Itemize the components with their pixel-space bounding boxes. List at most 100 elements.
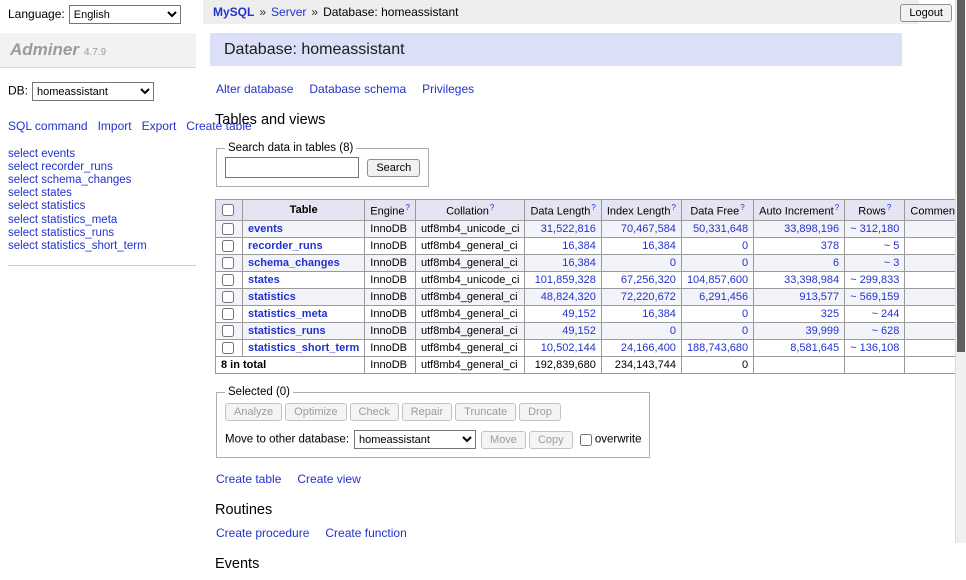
search-button[interactable]: Search <box>367 159 420 177</box>
truncate-button[interactable]: Truncate <box>455 403 516 421</box>
data_length-link[interactable]: 101,859,328 <box>535 274 596 286</box>
table-link-recorder_runs[interactable]: recorder_runs <box>248 240 323 252</box>
breadcrumb-item-server[interactable]: Server <box>271 5 306 19</box>
rows-link[interactable]: ~ 312,180 <box>850 223 899 235</box>
nav-link-alter-database[interactable]: Alter database <box>216 82 293 96</box>
sidebar-link-select-statistics-meta[interactable]: select statistics_meta <box>8 214 196 227</box>
db-select[interactable]: homeassistant <box>32 82 154 101</box>
row-checkbox-events[interactable] <box>222 223 234 235</box>
nav-link-privileges[interactable]: Privileges <box>422 82 474 96</box>
rows-link[interactable]: ~ 136,108 <box>850 342 899 354</box>
link-create-function[interactable]: Create function <box>325 526 406 540</box>
row-checkbox-statistics_short_term[interactable] <box>222 342 234 354</box>
check-button[interactable]: Check <box>350 403 399 421</box>
rows-link[interactable]: ~ 628 <box>872 325 900 337</box>
rows-link[interactable]: ~ 569,159 <box>850 291 899 303</box>
table-link-schema_changes[interactable]: schema_changes <box>248 257 340 269</box>
sidebar-link-select-statistics-short-term[interactable]: select statistics_short_term <box>8 240 196 253</box>
sidebar-link-select-events[interactable]: select events <box>8 148 196 161</box>
column-help-link[interactable]: ? <box>835 203 839 212</box>
nav-link-database-schema[interactable]: Database schema <box>309 82 406 96</box>
sidebar-action-sql-command[interactable]: SQL command <box>8 119 88 133</box>
index_length-link[interactable]: 16,384 <box>642 240 676 252</box>
data_length-link[interactable]: 48,824,320 <box>541 291 596 303</box>
scrollbar-thumb[interactable] <box>957 0 965 352</box>
rows-link[interactable]: ~ 299,833 <box>850 274 899 286</box>
data_length-link[interactable]: 10,502,144 <box>541 342 596 354</box>
link-create-table[interactable]: Create table <box>216 472 281 486</box>
link-create-procedure[interactable]: Create procedure <box>216 526 309 540</box>
table-link-statistics_meta[interactable]: statistics_meta <box>248 308 328 320</box>
table-link-events[interactable]: events <box>248 223 283 235</box>
table-link-statistics_short_term[interactable]: statistics_short_term <box>248 342 359 354</box>
data_length-link[interactable]: 16,384 <box>562 257 596 269</box>
row-checkbox-recorder_runs[interactable] <box>222 240 234 252</box>
repair-button[interactable]: Repair <box>402 403 452 421</box>
sidebar-link-select-states[interactable]: select states <box>8 187 196 200</box>
row-checkbox-schema_changes[interactable] <box>222 257 234 269</box>
data_free-link[interactable]: 188,743,680 <box>687 342 748 354</box>
data_free-link[interactable]: 0 <box>742 240 748 252</box>
sidebar-link-select-recorder-runs[interactable]: select recorder_runs <box>8 161 196 174</box>
table-link-statistics_runs[interactable]: statistics_runs <box>248 325 326 337</box>
data_length-link[interactable]: 31,522,816 <box>541 223 596 235</box>
column-help-link[interactable]: ? <box>591 203 595 212</box>
index_length-link[interactable]: 67,256,320 <box>621 274 676 286</box>
data_free-link[interactable]: 50,331,648 <box>693 223 748 235</box>
row-checkbox-statistics_runs[interactable] <box>222 325 234 337</box>
language-select[interactable]: English <box>69 5 181 24</box>
overwrite-checkbox[interactable] <box>580 434 592 446</box>
auto_increment-link[interactable]: 6 <box>833 257 839 269</box>
row-checkbox-states[interactable] <box>222 274 234 286</box>
auto_increment-link[interactable]: 39,999 <box>806 325 840 337</box>
link-create-view[interactable]: Create view <box>297 472 360 486</box>
logout-button[interactable]: Logout <box>900 4 952 22</box>
table-link-states[interactable]: states <box>248 274 280 286</box>
vertical-scrollbar[interactable] <box>955 0 966 543</box>
data_free-link[interactable]: 0 <box>742 325 748 337</box>
search-input[interactable] <box>225 157 359 178</box>
data_free-link[interactable]: 6,291,456 <box>699 291 748 303</box>
data_free-link[interactable]: 104,857,600 <box>687 274 748 286</box>
breadcrumb-item-mysql[interactable]: MySQL <box>213 5 254 19</box>
select-all-checkbox[interactable] <box>222 204 234 216</box>
copy-button[interactable]: Copy <box>529 431 573 449</box>
sidebar-action-import[interactable]: Import <box>98 119 132 133</box>
auto_increment-link[interactable]: 33,898,196 <box>784 223 839 235</box>
rows-link[interactable]: ~ 3 <box>884 257 900 269</box>
auto_increment-link[interactable]: 33,398,984 <box>784 274 839 286</box>
rows-link[interactable]: ~ 244 <box>872 308 900 320</box>
data_length-link[interactable]: 49,152 <box>562 325 596 337</box>
data_length-link[interactable]: 16,384 <box>562 240 596 252</box>
column-help-link[interactable]: ? <box>406 203 410 212</box>
rows-link[interactable]: ~ 5 <box>884 240 900 252</box>
move-database-select[interactable]: homeassistant <box>354 430 476 449</box>
auto_increment-link[interactable]: 378 <box>821 240 839 252</box>
row-checkbox-statistics[interactable] <box>222 291 234 303</box>
sidebar-link-select-statistics[interactable]: select statistics <box>8 200 196 213</box>
sidebar-action-export[interactable]: Export <box>142 119 177 133</box>
drop-button[interactable]: Drop <box>519 403 561 421</box>
data_free-link[interactable]: 0 <box>742 257 748 269</box>
auto_increment-link[interactable]: 913,577 <box>799 291 839 303</box>
analyze-button[interactable]: Analyze <box>225 403 282 421</box>
sidebar-link-select-schema-changes[interactable]: select schema_changes <box>8 174 196 187</box>
optimize-button[interactable]: Optimize <box>285 403 346 421</box>
move-button[interactable]: Move <box>481 431 526 449</box>
column-help-link[interactable]: ? <box>887 203 891 212</box>
data_free-link[interactable]: 0 <box>742 308 748 320</box>
row-checkbox-statistics_meta[interactable] <box>222 308 234 320</box>
index_length-link[interactable]: 0 <box>670 257 676 269</box>
auto_increment-link[interactable]: 8,581,645 <box>790 342 839 354</box>
sidebar-link-select-statistics-runs[interactable]: select statistics_runs <box>8 227 196 240</box>
column-help-link[interactable]: ? <box>490 203 494 212</box>
index_length-link[interactable]: 70,467,584 <box>621 223 676 235</box>
index_length-link[interactable]: 24,166,400 <box>621 342 676 354</box>
index_length-link[interactable]: 0 <box>670 325 676 337</box>
column-help-link[interactable]: ? <box>671 203 675 212</box>
auto_increment-link[interactable]: 325 <box>821 308 839 320</box>
index_length-link[interactable]: 72,220,672 <box>621 291 676 303</box>
table-link-statistics[interactable]: statistics <box>248 291 296 303</box>
index_length-link[interactable]: 16,384 <box>642 308 676 320</box>
data_length-link[interactable]: 49,152 <box>562 308 596 320</box>
